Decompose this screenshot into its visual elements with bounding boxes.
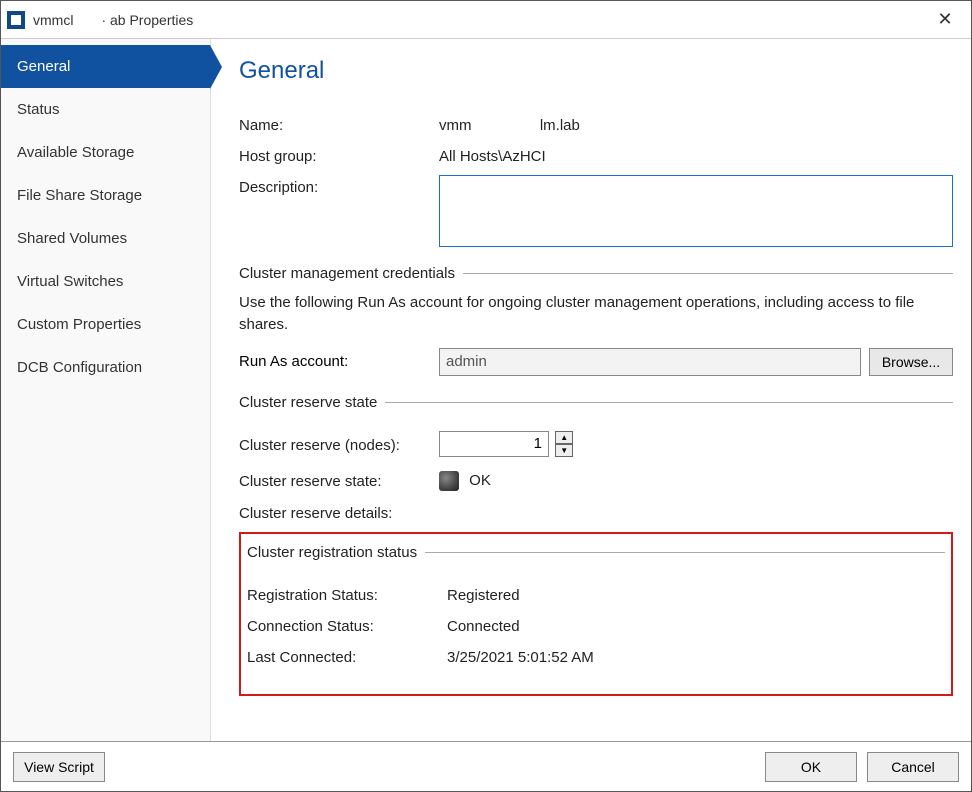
hostgroup-label: Host group: bbox=[239, 144, 439, 165]
sidebar-item-label: General bbox=[17, 58, 70, 75]
reg-status-label: Registration Status: bbox=[247, 583, 447, 604]
close-button[interactable]: ✕ bbox=[925, 5, 965, 35]
credentials-header: Cluster management credentials bbox=[239, 265, 953, 282]
sidebar: General Status Available Storage File Sh… bbox=[1, 39, 211, 741]
main-panel: General Name: vmm lm.lab Host group: All… bbox=[211, 39, 971, 741]
description-input[interactable] bbox=[439, 175, 953, 247]
conn-status-value: Connected bbox=[447, 614, 945, 635]
registration-header-text: Cluster registration status bbox=[247, 544, 417, 561]
reserve-header-text: Cluster reserve state bbox=[239, 394, 377, 411]
properties-window: vmmcl · ab Properties ✕ General Status A… bbox=[0, 0, 972, 792]
hostgroup-value: All Hosts\AzHCI bbox=[439, 144, 953, 165]
status-ok-icon bbox=[439, 471, 459, 491]
footer: View Script OK Cancel bbox=[1, 741, 971, 791]
titlebar: vmmcl · ab Properties ✕ bbox=[1, 1, 971, 39]
credentials-header-text: Cluster management credentials bbox=[239, 265, 455, 282]
registration-highlight-box: Cluster registration status Registration… bbox=[239, 532, 953, 696]
credentials-help: Use the following Run As account for ong… bbox=[239, 292, 953, 336]
reserve-state-text: OK bbox=[469, 472, 491, 489]
sidebar-item-label: DCB Configuration bbox=[17, 359, 142, 376]
sidebar-item-label: Virtual Switches bbox=[17, 273, 123, 290]
sidebar-item-label: Custom Properties bbox=[17, 316, 141, 333]
title-text-right-inner: ab Properties bbox=[110, 12, 193, 28]
browse-button[interactable]: Browse... bbox=[869, 348, 953, 376]
ok-button[interactable]: OK bbox=[765, 752, 857, 782]
registration-header: Cluster registration status bbox=[247, 544, 945, 561]
cancel-button[interactable]: Cancel bbox=[867, 752, 959, 782]
reserve-nodes-input[interactable] bbox=[439, 431, 549, 457]
reserve-state-label: Cluster reserve state: bbox=[239, 469, 439, 490]
sidebar-item-general[interactable]: General bbox=[1, 45, 210, 88]
spinner-down-button[interactable]: ▼ bbox=[555, 444, 573, 457]
reserve-nodes-spinner: ▲ ▼ bbox=[555, 431, 573, 457]
page-heading: General bbox=[239, 57, 953, 85]
reserve-header: Cluster reserve state bbox=[239, 394, 953, 411]
last-connected-value: 3/25/2021 5:01:52 AM bbox=[447, 645, 945, 666]
name-value-pre: vmm bbox=[439, 117, 472, 134]
runas-label: Run As account: bbox=[239, 353, 431, 370]
view-script-button[interactable]: View Script bbox=[13, 752, 105, 782]
name-value-post: lm.lab bbox=[540, 117, 580, 134]
sidebar-item-custom-properties[interactable]: Custom Properties bbox=[1, 303, 210, 346]
reserve-state-value: OK bbox=[439, 467, 953, 491]
title-text-left: vmmcl bbox=[33, 12, 73, 28]
description-label: Description: bbox=[239, 175, 439, 196]
title-text-right: · ab Properties bbox=[101, 12, 193, 28]
last-connected-label: Last Connected: bbox=[247, 645, 447, 666]
sidebar-item-file-share-storage[interactable]: File Share Storage bbox=[1, 174, 210, 217]
sidebar-item-label: Available Storage bbox=[17, 144, 134, 161]
sidebar-item-available-storage[interactable]: Available Storage bbox=[1, 131, 210, 174]
name-label: Name: bbox=[239, 113, 439, 134]
reserve-nodes-label: Cluster reserve (nodes): bbox=[239, 433, 439, 454]
name-value: vmm lm.lab bbox=[439, 113, 953, 134]
sidebar-item-status[interactable]: Status bbox=[1, 88, 210, 131]
reg-status-value: Registered bbox=[447, 583, 945, 604]
sidebar-item-virtual-switches[interactable]: Virtual Switches bbox=[1, 260, 210, 303]
runas-input bbox=[439, 348, 861, 376]
sidebar-item-dcb-configuration[interactable]: DCB Configuration bbox=[1, 346, 210, 389]
spinner-up-button[interactable]: ▲ bbox=[555, 431, 573, 444]
sidebar-item-label: Shared Volumes bbox=[17, 230, 127, 247]
sidebar-item-label: Status bbox=[17, 101, 60, 118]
sidebar-item-label: File Share Storage bbox=[17, 187, 142, 204]
reserve-details-label: Cluster reserve details: bbox=[239, 501, 439, 522]
sidebar-item-shared-volumes[interactable]: Shared Volumes bbox=[1, 217, 210, 260]
conn-status-label: Connection Status: bbox=[247, 614, 447, 635]
app-icon bbox=[7, 11, 25, 29]
